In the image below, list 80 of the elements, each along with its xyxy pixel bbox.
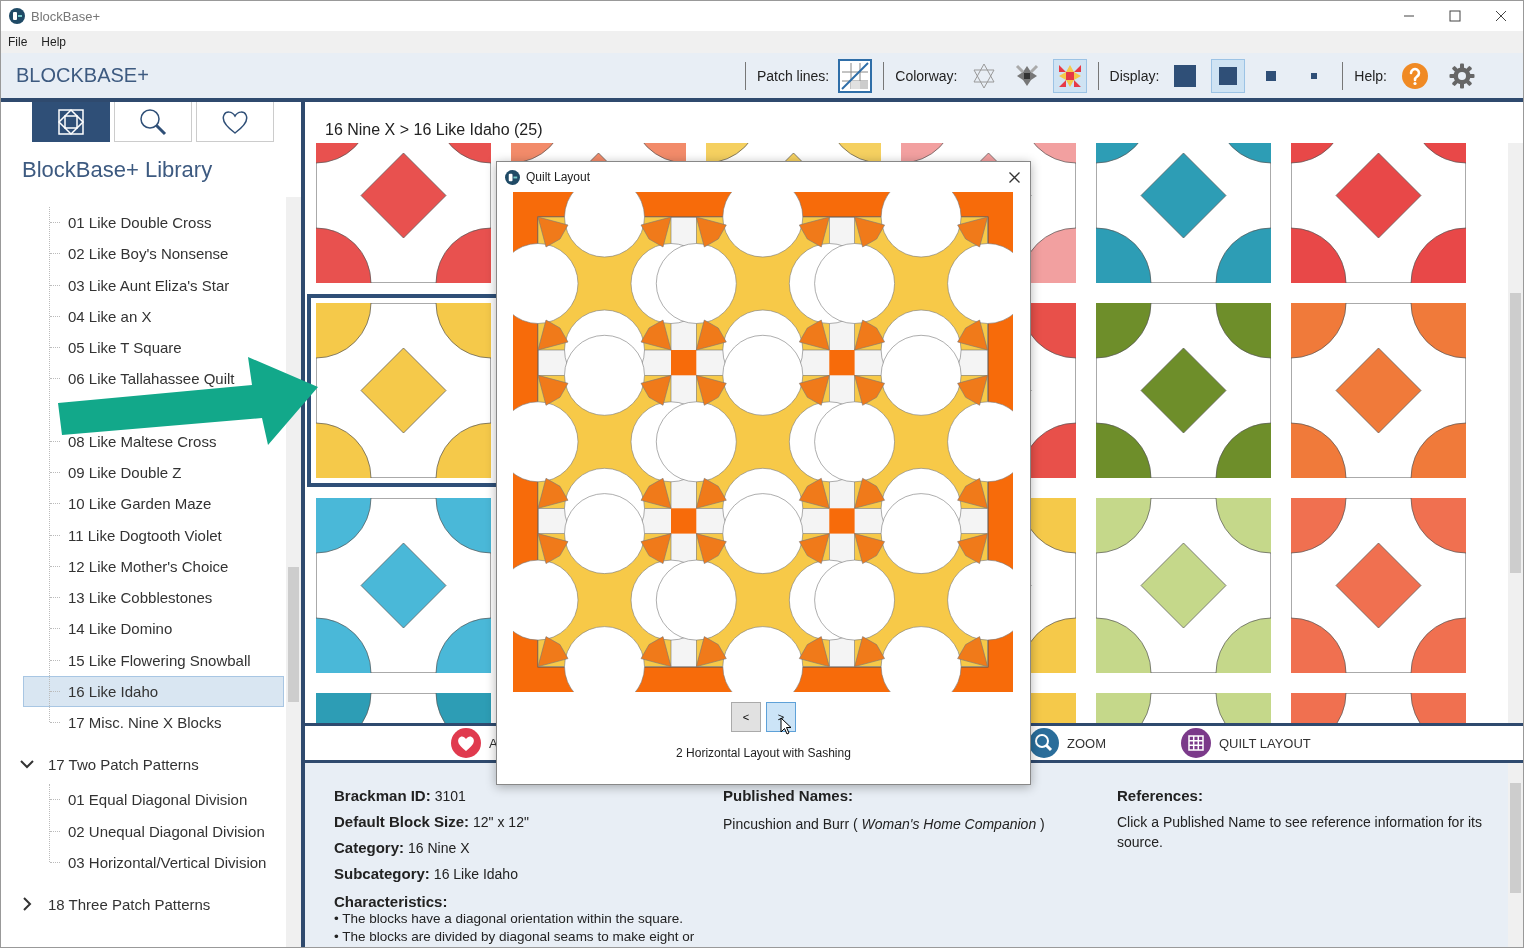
app-logo-icon — [9, 8, 25, 24]
tree-item[interactable]: 06 Like Tallahassee Quilt — [23, 363, 236, 395]
toolbar-label: Display: — [1109, 67, 1160, 84]
breadcrumb: 16 Nine X > 16 Like Idaho (25) — [324, 120, 544, 140]
field-label: Brackman ID: — [334, 787, 431, 804]
menu-item[interactable]: File — [8, 35, 28, 49]
window-title: BlockBase+ — [31, 8, 100, 24]
diamond-in-square-icon — [56, 106, 86, 137]
scrollbar[interactable] — [286, 197, 301, 947]
layout-caption: 2 Horizontal Layout with Sashing — [675, 746, 852, 760]
quilt-block-tile[interactable] — [316, 498, 491, 673]
tree-item[interactable]: 17 Misc. Nine X Blocks — [23, 707, 223, 739]
tree-item[interactable]: 15 Like Flowering Snowball — [23, 644, 252, 676]
quilt-block-tile[interactable] — [316, 143, 491, 283]
field-value: 3101 — [434, 788, 466, 804]
settings-icon[interactable] — [1449, 62, 1475, 89]
field-label: Subcategory: — [334, 865, 430, 882]
chevron-right-icon — [20, 897, 34, 911]
scrollbar[interactable] — [1508, 143, 1523, 723]
search-icon — [138, 106, 168, 137]
scrollbar-thumb[interactable] — [1510, 783, 1521, 893]
quilt-block-tile[interactable] — [1096, 143, 1271, 283]
quilt-block-tile[interactable] — [1291, 143, 1466, 283]
characteristic-item: • The blocks have a diagonal orientation within the square. — [334, 910, 684, 928]
field-value: 16 Nine X — [408, 840, 470, 856]
colorway-button[interactable] — [1052, 58, 1087, 93]
section-heading: References: — [1117, 787, 1204, 804]
quilt-block-tile[interactable] — [1096, 498, 1271, 673]
close-icon[interactable] — [1009, 171, 1020, 183]
tree-item[interactable]: 16 Like Idaho — [23, 675, 284, 707]
tree-item[interactable]: 03 Horizontal/Vertical Division — [23, 846, 268, 878]
tree-category[interactable]: 17 Two Patch Patterns — [1, 744, 286, 785]
close-icon[interactable] — [1495, 10, 1507, 22]
field-label: Category: — [334, 839, 404, 856]
toolbar-label: Colorway: — [895, 67, 958, 84]
scrollbar-thumb[interactable] — [288, 567, 299, 702]
tree-item[interactable]: 02 Unequal Diagonal Division — [23, 815, 266, 847]
tree-item[interactable]: 08 Like Maltese Cross — [23, 425, 218, 457]
field-label: Default Block Size: — [334, 813, 470, 830]
field-value: 12" x 12" — [473, 814, 529, 830]
toolbar-label: Help: — [1354, 67, 1387, 84]
references-text: Click a Published Name to see reference information for its source. — [1117, 813, 1483, 852]
patch-lines-toggle[interactable] — [838, 58, 873, 93]
quilt-block-tile[interactable] — [1291, 303, 1466, 478]
tree-category[interactable]: 18 Three Patch Patterns — [1, 884, 286, 924]
app-logo-icon — [505, 169, 520, 185]
section-heading: Published Names: — [723, 787, 855, 804]
sidebar-tab[interactable] — [32, 102, 110, 142]
quilt-block-tile[interactable] — [1096, 303, 1271, 478]
grid-icon — [1181, 728, 1211, 758]
tree-item[interactable]: 13 Like Cobblestones — [23, 582, 214, 614]
tree-item[interactable]: 01 Like Double Cross — [23, 207, 213, 239]
app-title: BLOCKBASE+ — [16, 64, 149, 87]
tree-item[interactable]: 05 Like T Square — [23, 332, 183, 364]
scrollbar-thumb[interactable] — [1510, 293, 1521, 573]
section-heading: Characteristics: — [334, 893, 449, 910]
tree-item[interactable]: 01 Equal Diagonal Division — [23, 784, 249, 816]
action-button[interactable]: QUILT LAYOUT — [1181, 728, 1311, 758]
tree-item[interactable]: 02 Like Boy's Nonsense — [23, 238, 230, 270]
tree-item[interactable]: 14 Like Domino — [23, 613, 174, 645]
tree-item[interactable]: 04 Like an X — [23, 300, 153, 332]
dialog-title: Quilt Layout — [526, 170, 591, 184]
action-button[interactable]: ZOOM — [1029, 728, 1106, 758]
help-icon[interactable] — [1402, 62, 1428, 89]
published-name-link[interactable]: Pincushion and Burr ( Woman's Home Companion ) — [723, 816, 1117, 832]
toolbar-label: Patch lines: — [756, 67, 830, 84]
scrollbar[interactable] — [1508, 763, 1523, 947]
menu-item[interactable]: Help — [41, 35, 67, 49]
quilt-block-tile[interactable] — [1291, 498, 1466, 673]
characteristic-item: • The blocks are divided by diagonal seams to make eight or — [334, 928, 696, 946]
tree-item[interactable]: 09 Like Double Z — [23, 457, 183, 489]
field-value: 16 Like Idaho — [433, 866, 518, 882]
tree-item[interactable]: 10 Like Garden Maze — [23, 488, 213, 520]
pager-button[interactable]: < — [731, 702, 761, 732]
display-size-button[interactable] — [1211, 58, 1246, 93]
tree-item[interactable]: 11 Like Dogtooth Violet — [23, 519, 223, 551]
maximize-icon[interactable] — [1449, 10, 1461, 22]
tree-item[interactable]: 12 Like Mother's Choice — [23, 550, 230, 582]
tree-item[interactable]: 03 Like Aunt Eliza's Star — [23, 269, 231, 301]
library-heading: BlockBase+ Library — [22, 157, 214, 183]
